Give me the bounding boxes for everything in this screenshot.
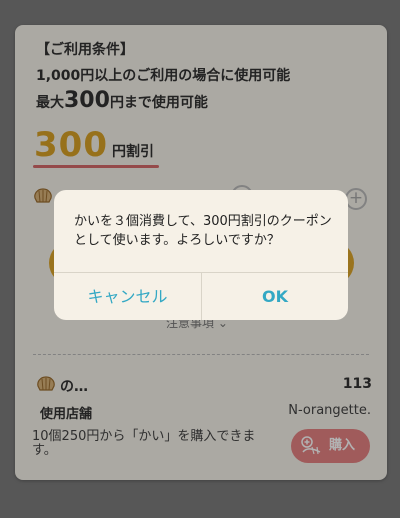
dialog-message: かいを３個消費して、300円割引のクーポンとして使います。よろしいですか？ <box>74 214 332 248</box>
confirm-dialog: かいを３個消費して、300円割引のクーポンとして使います。よろしいですか？ キャ… <box>54 190 348 320</box>
ok-button[interactable]: OK <box>202 273 348 320</box>
cancel-button[interactable]: キャンセル <box>54 273 201 320</box>
app-screen: 【ご利用条件】 1,000円以上のご利用の場合に使用可能 最大300円まで使用可… <box>0 0 400 518</box>
